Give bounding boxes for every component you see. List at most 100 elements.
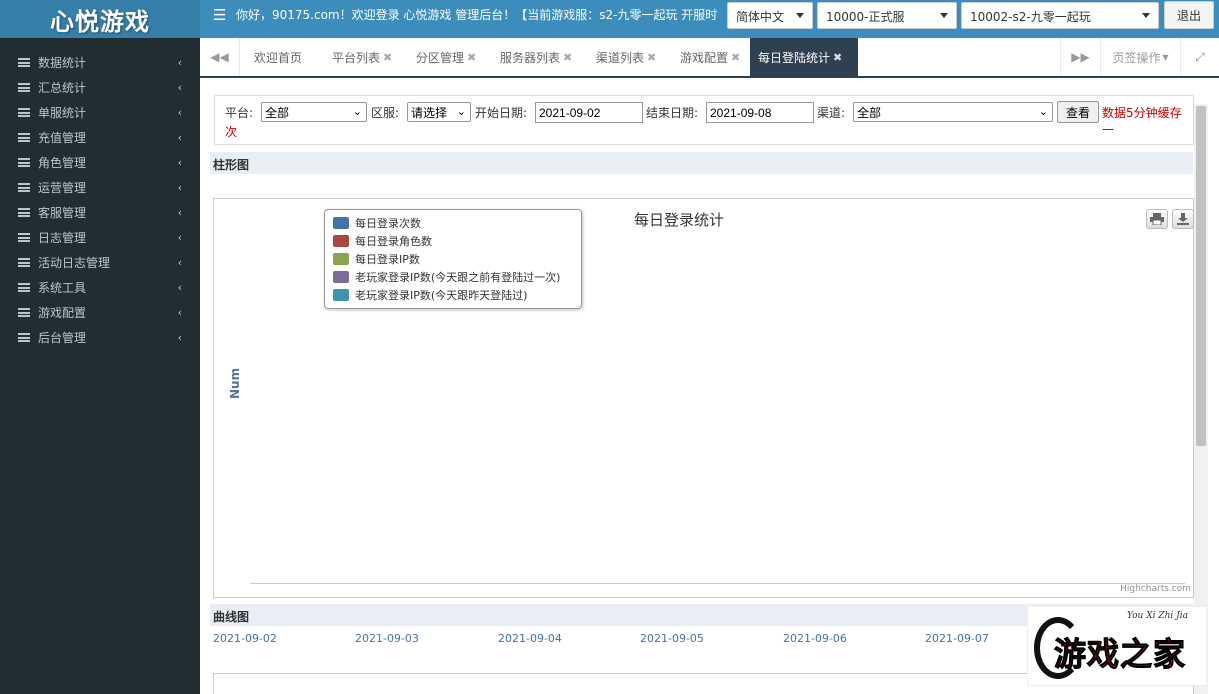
tab-daily-login-stats[interactable]: 每日登陆统计 ✖ — [750, 38, 858, 76]
legend-item[interactable]: 每日登录IP数 — [333, 250, 573, 268]
tab-zone-management[interactable]: 分区管理 ✖ — [408, 38, 484, 76]
legend-item[interactable]: 老玩家登录IP数(今天跟之前有登陆过一次) — [333, 268, 573, 286]
legend-swatch — [333, 271, 349, 283]
sidebar-item-label: 角色管理 — [38, 156, 87, 170]
language-select-value: 简体中文 — [736, 10, 785, 24]
date-label: 2021-09-04 — [498, 632, 562, 645]
query-button[interactable]: 查看 — [1057, 101, 1099, 123]
tabs-bar: ◀◀ 欢迎首页 平台列表 ✖ 分区管理 ✖ 服务器列表 ✖ 渠道列表 ✖ 游戏配置 ✖ 每… — [200, 38, 1219, 78]
tab-label: 欢迎首页 — [254, 50, 303, 65]
chevron-down-icon — [796, 13, 804, 18]
tab-label: 游戏配置 — [680, 50, 729, 65]
tab-scroll-right-button[interactable]: ▶▶ — [1060, 38, 1100, 76]
fullscreen-button[interactable]: ⤢ — [1180, 38, 1219, 76]
expand-icon: ⤢ — [1195, 49, 1205, 64]
bar-chart: 每日登录次数 每日登录角色数 每日登录IP数 老玩家登录IP数(今天跟之前有登陆… — [213, 198, 1194, 598]
tab-platform-list[interactable]: 平台列表 ✖ — [324, 38, 400, 76]
chevron-down-icon — [940, 13, 948, 18]
tab-server-list[interactable]: 服务器列表 ✖ — [492, 38, 580, 76]
y-axis-label: Num — [228, 367, 242, 399]
watermark-text: 游戏之家 — [1053, 635, 1187, 674]
bar-chart-section-title: 柱形图 — [210, 152, 1193, 174]
sidebar-item-data-stats[interactable]: 数据统计 ‹ — [0, 50, 200, 75]
tab-scroll-left-button[interactable]: ◀◀ — [200, 38, 240, 76]
zone-select-value: 请选择 — [411, 106, 448, 120]
sidebar-item-admin[interactable]: 后台管理 ‹ — [0, 325, 200, 350]
chevron-left-icon: ‹ — [177, 306, 182, 319]
sidebar-item-recharge[interactable]: 充值管理 ‹ — [0, 125, 200, 150]
tab-label: 平台列表 — [332, 50, 381, 65]
chart-credits[interactable]: Highcharts.com — [1120, 584, 1191, 594]
watermark-script: You Xi Zhi Jia — [1126, 611, 1188, 621]
platform-select[interactable]: 全部 ⌄ — [261, 102, 367, 122]
platform-select-value: 全部 — [265, 106, 290, 120]
close-icon[interactable]: ✖ — [467, 51, 476, 64]
sidebar-item-summary-stats[interactable]: 汇总统计 ‹ — [0, 75, 200, 100]
sidebar-item-server-stats[interactable]: 单服统计 ‹ — [0, 100, 200, 125]
channel-select[interactable]: 全部 ⌄ — [853, 102, 1053, 122]
tab-welcome[interactable]: 欢迎首页 — [246, 38, 310, 76]
server-select[interactable]: 10002-s2-九零一起玩 — [961, 2, 1159, 29]
chevron-down-icon — [1142, 13, 1150, 18]
sidebar-item-label: 单服统计 — [38, 106, 87, 120]
start-date-label: 开始日期: — [475, 106, 528, 120]
close-icon[interactable]: ✖ — [563, 51, 572, 64]
list-icon — [18, 133, 30, 142]
sidebar-item-roles[interactable]: 角色管理 ‹ — [0, 150, 200, 175]
sidebar-item-label: 后台管理 — [38, 331, 87, 345]
date-label: 2021-09-02 — [213, 632, 277, 645]
sidebar: 数据统计 ‹ 汇总统计 ‹ 单服统计 ‹ 充值管理 ‹ 角色管理 ‹ 运营管理 ‹ 客服管理… — [0, 38, 200, 694]
main-content: 平台: 全部⌄ 区服: 请选择⌄ 开始日期: 结束日期: 渠道: 全部⌄ 查看 … — [200, 80, 1208, 694]
close-icon[interactable]: ✖ — [383, 51, 392, 64]
start-date-input[interactable] — [535, 102, 643, 123]
scrollbar-thumb[interactable] — [1196, 106, 1206, 446]
sidebar-item-label: 活动日志管理 — [38, 256, 111, 270]
language-select[interactable]: 简体中文 — [727, 2, 813, 29]
sidebar-item-label: 游戏配置 — [38, 306, 87, 320]
end-date-input[interactable] — [706, 102, 814, 123]
close-icon[interactable]: ✖ — [833, 51, 842, 64]
content-panel: 平台: 全部⌄ 区服: 请选择⌄ 开始日期: 结束日期: 渠道: 全部⌄ 查看 … — [200, 80, 1208, 694]
chevron-left-icon: ‹ — [177, 181, 182, 194]
export-button[interactable] — [1172, 209, 1194, 229]
zone-select[interactable]: 请选择 ⌄ — [407, 102, 471, 122]
end-date-label: 结束日期: — [646, 106, 699, 120]
sidebar-item-activity-logs[interactable]: 活动日志管理 ‹ — [0, 250, 200, 275]
filter-bar: 平台: 全部⌄ 区服: 请选择⌄ 开始日期: 结束日期: 渠道: 全部⌄ 查看 … — [214, 95, 1194, 145]
list-icon — [18, 58, 30, 67]
server-select-value: 10002-s2-九零一起玩 — [970, 10, 1091, 24]
print-button[interactable] — [1146, 209, 1168, 229]
legend-item[interactable]: 每日登录次数 — [333, 214, 573, 232]
cache-note-cont: 次 — [225, 125, 238, 139]
site-watermark: You Xi Zhi Jia 游戏之家 — [1027, 606, 1207, 686]
chevron-left-icon: ‹ — [177, 281, 182, 294]
tab-label: 分区管理 — [416, 50, 465, 65]
print-icon — [1150, 213, 1164, 225]
page-ops-dropdown[interactable]: 页签操作 ▾ — [1100, 38, 1180, 76]
hamburger-icon[interactable]: ☰ — [213, 6, 226, 24]
list-icon — [18, 108, 30, 117]
cache-note: 数据5分钟缓存一 — [1102, 106, 1182, 137]
sidebar-item-customer-service[interactable]: 客服管理 ‹ — [0, 200, 200, 225]
sidebar-item-game-config[interactable]: 游戏配置 ‹ — [0, 300, 200, 325]
chevron-left-icon: ‹ — [177, 81, 182, 94]
sidebar-item-logs[interactable]: 日志管理 ‹ — [0, 225, 200, 250]
close-icon[interactable]: ✖ — [647, 51, 656, 64]
sidebar-item-system-tools[interactable]: 系统工具 ‹ — [0, 275, 200, 300]
tab-game-config[interactable]: 游戏配置 ✖ — [672, 38, 748, 76]
server-group-select[interactable]: 10000-正式服 — [817, 2, 957, 29]
sidebar-item-label: 运营管理 — [38, 181, 87, 195]
app-logo[interactable]: 心悦游戏 — [0, 0, 200, 38]
tab-channel-list[interactable]: 渠道列表 ✖ — [588, 38, 664, 76]
chevron-left-icon: ‹ — [177, 206, 182, 219]
close-icon[interactable]: ✖ — [731, 51, 740, 64]
chevron-left-icon: ‹ — [177, 56, 182, 69]
legend-item[interactable]: 每日登录角色数 — [333, 232, 573, 250]
logout-button[interactable]: 退出 — [1164, 1, 1214, 29]
chevron-down-icon: ⌄ — [352, 105, 362, 118]
legend-item[interactable]: 老玩家登录IP数(今天跟昨天登陆过) — [333, 286, 573, 304]
date-label: 2021-09-05 — [640, 632, 704, 645]
channel-select-value: 全部 — [857, 106, 882, 120]
sidebar-item-operations[interactable]: 运营管理 ‹ — [0, 175, 200, 200]
sidebar-item-label: 充值管理 — [38, 131, 87, 145]
